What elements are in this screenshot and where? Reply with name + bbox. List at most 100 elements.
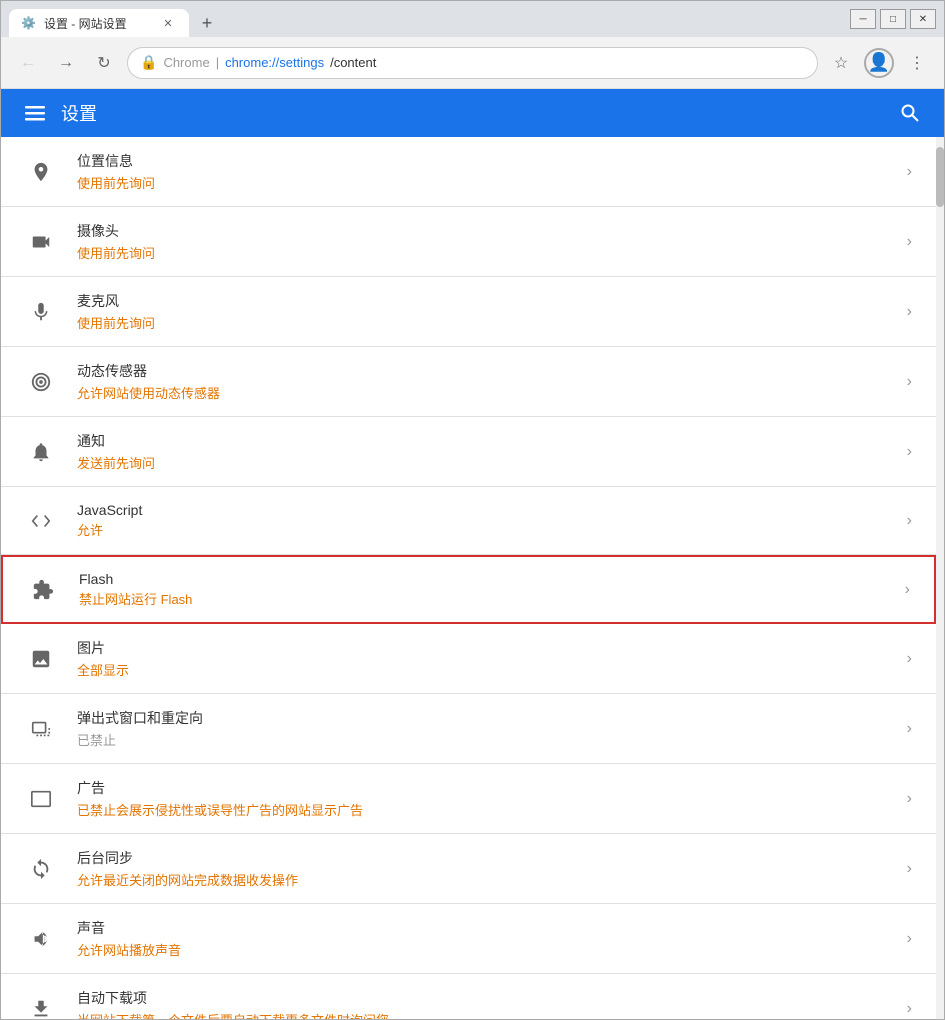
camera-title: 摄像头 bbox=[77, 221, 899, 241]
tab-close-button[interactable]: ✕ bbox=[159, 14, 177, 32]
popups-title: 弹出式窗口和重定向 bbox=[77, 708, 899, 728]
window-controls: ─ □ ✕ bbox=[850, 9, 936, 29]
settings-item-camera[interactable]: 摄像头 使用前先询问 › bbox=[1, 207, 936, 277]
url-separator: | bbox=[216, 55, 219, 70]
background-sync-icon bbox=[25, 853, 57, 885]
sound-chevron: › bbox=[907, 930, 912, 948]
images-title: 图片 bbox=[77, 638, 899, 658]
camera-chevron: › bbox=[907, 233, 912, 251]
settings-item-microphone[interactable]: 麦克风 使用前先询问 › bbox=[1, 277, 936, 347]
bookmark-button[interactable]: ☆ bbox=[826, 48, 856, 78]
settings-item-background-sync[interactable]: 后台同步 允许最近关闭的网站完成数据收发操作 › bbox=[1, 834, 936, 904]
chrome-label: Chrome bbox=[163, 55, 209, 70]
settings-item-sound[interactable]: 声音 允许网站播放声音 › bbox=[1, 904, 936, 974]
location-chevron: › bbox=[907, 163, 912, 181]
settings-item-auto-download[interactable]: 自动下载项 当网站下载第一个文件后要自动下载更多文件时询问您 › bbox=[1, 974, 936, 1019]
background-sync-title: 后台同步 bbox=[77, 848, 899, 868]
flash-text: Flash 禁止网站运行 Flash bbox=[79, 571, 897, 608]
settings-item-location[interactable]: 位置信息 使用前先询问 › bbox=[1, 137, 936, 207]
new-tab-button[interactable]: + bbox=[193, 9, 221, 37]
motion-sensors-title: 动态传感器 bbox=[77, 361, 899, 381]
url-bar[interactable]: 🔒 Chrome | chrome://settings /content bbox=[127, 47, 818, 79]
chrome-menu-button[interactable]: ⋮ bbox=[902, 48, 932, 78]
content-area: 位置信息 使用前先询问 › 摄像头 使用前先询问 bbox=[1, 137, 944, 1019]
sound-title: 声音 bbox=[77, 918, 899, 938]
url-path: /content bbox=[330, 55, 376, 70]
url-scheme: chrome://settings bbox=[225, 55, 324, 70]
back-button[interactable]: ← bbox=[13, 48, 43, 78]
forward-button[interactable]: → bbox=[51, 48, 81, 78]
settings-item-ads[interactable]: 广告 已禁止会展示侵扰性或误导性广告的网站显示广告 › bbox=[1, 764, 936, 834]
search-button[interactable] bbox=[892, 95, 928, 131]
tab-area: ⚙️ 设置 - 网站设置 ✕ + bbox=[9, 1, 850, 37]
auto-download-subtitle: 当网站下载第一个文件后要自动下载更多文件时询问您 bbox=[77, 1010, 899, 1019]
ads-text: 广告 已禁止会展示侵扰性或误导性广告的网站显示广告 bbox=[77, 778, 899, 819]
sound-subtitle: 允许网站播放声音 bbox=[77, 940, 899, 959]
motion-sensors-icon bbox=[25, 366, 57, 398]
active-tab[interactable]: ⚙️ 设置 - 网站设置 ✕ bbox=[9, 9, 189, 37]
settings-item-flash[interactable]: Flash 禁止网站运行 Flash › bbox=[1, 555, 936, 624]
notifications-subtitle: 发送前先询问 bbox=[77, 453, 899, 472]
tab-favicon: ⚙️ bbox=[21, 16, 36, 30]
main-content: 位置信息 使用前先询问 › 摄像头 使用前先询问 bbox=[1, 137, 936, 1019]
popups-chevron: › bbox=[907, 720, 912, 738]
images-text: 图片 全部显示 bbox=[77, 638, 899, 679]
sound-icon bbox=[25, 923, 57, 955]
motion-sensors-text: 动态传感器 允许网站使用动态传感器 bbox=[77, 361, 899, 402]
microphone-subtitle: 使用前先询问 bbox=[77, 313, 899, 332]
flash-chevron: › bbox=[905, 581, 910, 599]
ads-chevron: › bbox=[907, 790, 912, 808]
flash-subtitle: 禁止网站运行 Flash bbox=[79, 589, 897, 608]
background-sync-text: 后台同步 允许最近关闭的网站完成数据收发操作 bbox=[77, 848, 899, 889]
auto-download-text: 自动下载项 当网站下载第一个文件后要自动下载更多文件时询问您 bbox=[77, 988, 899, 1019]
auto-download-title: 自动下载项 bbox=[77, 988, 899, 1008]
javascript-title: JavaScript bbox=[77, 502, 899, 518]
settings-item-motion-sensors[interactable]: 动态传感器 允许网站使用动态传感器 › bbox=[1, 347, 936, 417]
images-chevron: › bbox=[907, 650, 912, 668]
window-frame: ⚙️ 设置 - 网站设置 ✕ + ─ □ ✕ ← → ↻ 🔒 Chrome | … bbox=[0, 0, 945, 1020]
javascript-text: JavaScript 允许 bbox=[77, 502, 899, 539]
camera-text: 摄像头 使用前先询问 bbox=[77, 221, 899, 262]
auto-download-chevron: › bbox=[907, 1000, 912, 1018]
settings-item-notifications[interactable]: 通知 发送前先询问 › bbox=[1, 417, 936, 487]
popups-icon bbox=[25, 713, 57, 745]
location-title: 位置信息 bbox=[77, 151, 899, 171]
notifications-chevron: › bbox=[907, 443, 912, 461]
flash-icon bbox=[27, 574, 59, 606]
notifications-text: 通知 发送前先询问 bbox=[77, 431, 899, 472]
camera-subtitle: 使用前先询问 bbox=[77, 243, 899, 262]
sound-text: 声音 允许网站播放声音 bbox=[77, 918, 899, 959]
popups-subtitle: 已禁止 bbox=[77, 730, 899, 749]
settings-item-images[interactable]: 图片 全部显示 › bbox=[1, 624, 936, 694]
address-bar: ← → ↻ 🔒 Chrome | chrome://settings /cont… bbox=[1, 37, 944, 89]
javascript-chevron: › bbox=[907, 512, 912, 530]
popups-text: 弹出式窗口和重定向 已禁止 bbox=[77, 708, 899, 749]
secure-icon: 🔒 bbox=[140, 54, 157, 71]
background-sync-subtitle: 允许最近关闭的网站完成数据收发操作 bbox=[77, 870, 899, 889]
scrollbar-thumb[interactable] bbox=[936, 147, 944, 207]
settings-list: 位置信息 使用前先询问 › 摄像头 使用前先询问 bbox=[1, 137, 936, 1019]
settings-item-popups[interactable]: 弹出式窗口和重定向 已禁止 › bbox=[1, 694, 936, 764]
javascript-subtitle: 允许 bbox=[77, 520, 899, 539]
title-bar: ⚙️ 设置 - 网站设置 ✕ + ─ □ ✕ bbox=[1, 1, 944, 37]
background-sync-chevron: › bbox=[907, 860, 912, 878]
flash-title: Flash bbox=[79, 571, 897, 587]
profile-button[interactable]: 👤 bbox=[864, 48, 894, 78]
close-button[interactable]: ✕ bbox=[910, 9, 936, 29]
microphone-title: 麦克风 bbox=[77, 291, 899, 311]
motion-sensors-chevron: › bbox=[907, 373, 912, 391]
scrollbar-track[interactable] bbox=[936, 137, 944, 1019]
microphone-icon bbox=[25, 296, 57, 328]
minimize-button[interactable]: ─ bbox=[850, 9, 876, 29]
settings-header: 设置 bbox=[1, 89, 944, 137]
javascript-icon bbox=[25, 505, 57, 537]
microphone-text: 麦克风 使用前先询问 bbox=[77, 291, 899, 332]
ads-icon bbox=[25, 783, 57, 815]
settings-item-javascript[interactable]: JavaScript 允许 › bbox=[1, 487, 936, 555]
maximize-button[interactable]: □ bbox=[880, 9, 906, 29]
notifications-title: 通知 bbox=[77, 431, 899, 451]
auto-download-icon bbox=[25, 993, 57, 1020]
reload-button[interactable]: ↻ bbox=[89, 48, 119, 78]
hamburger-menu-button[interactable] bbox=[17, 95, 53, 131]
ads-subtitle: 已禁止会展示侵扰性或误导性广告的网站显示广告 bbox=[77, 800, 899, 819]
